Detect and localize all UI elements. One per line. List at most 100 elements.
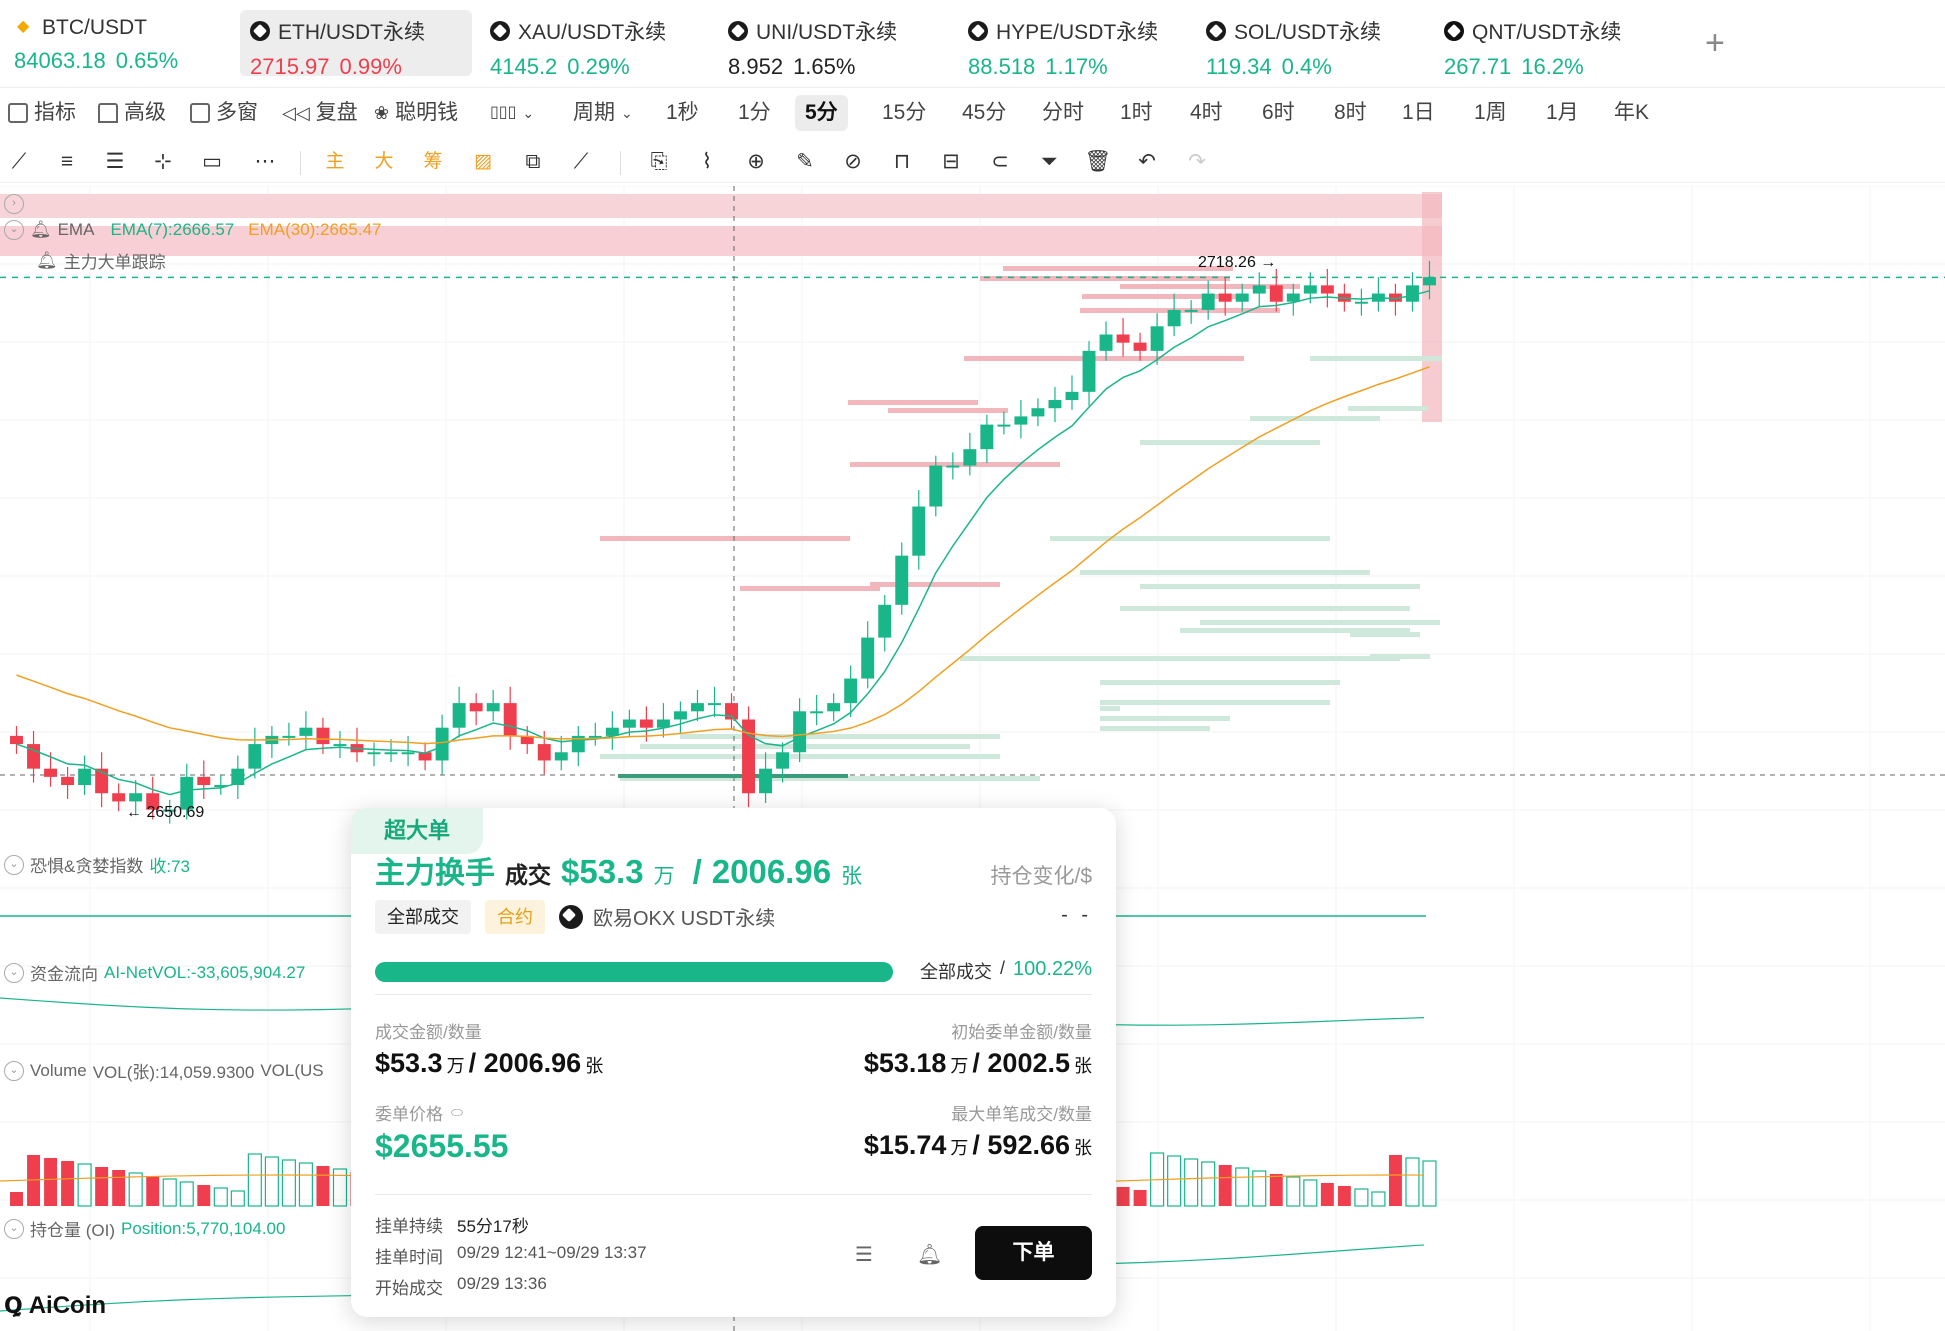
ticker-tab[interactable]: UNI/USDT永续 8.952 1.65% [718, 10, 943, 79]
more-tools-icon[interactable]: ⋯ [250, 147, 280, 177]
period-option[interactable]: 8时 [1334, 95, 1367, 131]
big-order-toggle[interactable]: 大 [369, 147, 399, 177]
advanced-button[interactable]: 高级 [98, 95, 166, 131]
magnet-icon[interactable]: ⊂ [985, 147, 1015, 177]
period-option[interactable]: 1时 [1120, 95, 1153, 131]
period-select[interactable]: 周期 ⌄ [573, 95, 633, 131]
candle-body [1167, 309, 1181, 327]
heatmap-icon[interactable]: ▨ [468, 147, 498, 177]
candle-body [503, 703, 517, 736]
big-order-card: 超大单 主力换手 成交 $53.3 万 / 2006.96 张 持仓变化/$ 全… [351, 808, 1116, 1317]
period-option[interactable]: 年K [1614, 95, 1649, 131]
ema30-line [16, 366, 1430, 745]
ticker-tab[interactable]: HYPE/USDT永续 88.518 1.17% [958, 10, 1183, 79]
template-icon[interactable]: ⊟ [936, 147, 966, 177]
fib-lines-icon[interactable]: ☰ [100, 147, 130, 177]
initial-order-qty-unit: 张 [1074, 1056, 1092, 1076]
max-fill-label: 最大单笔成交/数量 [951, 1105, 1092, 1124]
period-option[interactable]: 4时 [1190, 95, 1223, 131]
fund-flow-label[interactable]: ⌄ 资金流向 AI-NetVOL:-33,605,904.27 [4, 960, 305, 985]
oi-label[interactable]: ⌄ 持仓量 (OI) Position:5,770,104.00 [4, 1216, 285, 1241]
ticker-tab[interactable]: BTC/USDT 84063.18 0.65% [4, 10, 229, 76]
multiwindow-button[interactable]: 多窗 [190, 95, 258, 131]
trash-icon[interactable]: 🗑 [1083, 147, 1113, 177]
lock-icon[interactable]: ⊓ [887, 147, 917, 177]
card-title: 主力换手 [375, 857, 495, 890]
ticker-tab[interactable]: ETH/USDT永续 2715.97 0.99% [240, 10, 472, 79]
rectangle-icon[interactable]: ▭ [197, 147, 227, 177]
candle-body [861, 637, 875, 679]
hide-drawings-icon[interactable]: ⊘ [838, 147, 868, 177]
whale-track-label[interactable]: 🔔︎ 主力大单跟踪 [36, 248, 166, 273]
ema-indicator-label[interactable]: ⌄ 🔔︎ EMA EMA(7):2666.57 EMA(30):2665.47 [4, 220, 381, 240]
order-price-label: 委单价格 [375, 1105, 443, 1124]
ticker-tab[interactable]: SOL/USDT永续 119.34 0.4% [1196, 10, 1421, 79]
ema-name: EMA [57, 220, 95, 239]
main-force-toggle[interactable]: 主 [320, 147, 350, 177]
collapse-all-toggle[interactable]: › [4, 194, 24, 214]
period-option[interactable]: 1秒 [666, 95, 699, 131]
deal-label: 成交 [505, 862, 551, 888]
candle-body [61, 776, 75, 786]
bell-icon[interactable]: 🔔︎ [917, 1242, 942, 1267]
depth-bar-buy [960, 656, 1400, 661]
volume-bar [44, 1158, 58, 1206]
trend-line-icon[interactable]: ⟋ [4, 147, 34, 177]
indicator-button[interactable]: 指标 [8, 95, 76, 131]
period-option[interactable]: 分时 [1042, 95, 1084, 131]
initial-order-unit: 万 [950, 1056, 969, 1076]
replay-label: 复盘 [315, 101, 358, 124]
compare-icon[interactable]: ⧉ [518, 147, 548, 177]
undo-icon[interactable]: ↶ [1132, 147, 1162, 177]
period-option[interactable]: 1周 [1474, 95, 1507, 131]
oi-change-label[interactable]: 持仓变化/$ [990, 860, 1092, 890]
highlighter-icon[interactable]: ✎ [790, 147, 820, 177]
ruler-icon[interactable]: ⌇ [692, 147, 722, 177]
filter-icon[interactable]: ⏷ [1034, 147, 1064, 177]
candle-type-icon: ▯▯▯ [490, 104, 517, 121]
period-option[interactable]: 1日 [1402, 95, 1435, 131]
list-icon[interactable]: ☰ [855, 1242, 873, 1267]
depth-bar-buy [1140, 584, 1420, 589]
period-option[interactable]: 5分 [795, 95, 848, 131]
chart-type-select[interactable]: ▯▯▯ ⌄ [490, 95, 534, 131]
depth-bar-buy [1100, 716, 1230, 721]
chip-toggle[interactable]: 筹 [418, 147, 448, 177]
volume-label[interactable]: ⌄ Volume VOL(张):14,059.9300 VOL(US [4, 1058, 324, 1083]
smartmoney-button[interactable]: ❀ 聪明钱 [374, 95, 458, 131]
depth-bar-buy [1100, 680, 1340, 685]
start-fill-label: 开始成交 [375, 1279, 443, 1298]
collapse-icon: ⌄ [4, 962, 24, 983]
paint-icon[interactable]: ⟋ [566, 147, 596, 177]
redo-icon[interactable]: ↷ [1182, 147, 1212, 177]
note-icon[interactable]: ⎘ [644, 147, 674, 177]
add-tab-button[interactable]: + [1705, 24, 1725, 63]
period-option[interactable]: 45分 [962, 95, 1006, 131]
period-option[interactable]: 6时 [1262, 95, 1295, 131]
deal-amount-label: 成交金额/数量 [375, 1023, 482, 1042]
candle-body [1065, 391, 1079, 401]
zoom-in-icon[interactable]: ⊕ [741, 147, 771, 177]
ticker-tab[interactable]: QNT/USDT永续 267.71 16.2% [1434, 10, 1659, 79]
ticker-change: 0.29% [567, 54, 630, 79]
bell-icon: 🔔︎ [30, 220, 52, 239]
replay-button[interactable]: ◁◁ 复盘 [282, 95, 358, 131]
ticker-tab[interactable]: XAU/USDT永续 4145.2 0.29% [480, 10, 705, 79]
volume-bar [316, 1166, 330, 1206]
duration-row: 挂单持续 55分17秒 [375, 1212, 529, 1237]
card-divider [375, 994, 1092, 995]
candle-body [776, 752, 790, 769]
ticker-price: 88.518 [968, 54, 1036, 79]
candle-body [639, 719, 653, 728]
period-option[interactable]: 15分 [882, 95, 926, 131]
parallel-lines-icon[interactable]: ≡ [52, 147, 82, 177]
candle-body [708, 703, 721, 706]
place-order-button[interactable]: 下单 [975, 1226, 1092, 1280]
candle-body [384, 752, 398, 755]
period-option[interactable]: 1月 [1546, 95, 1579, 131]
horizontal-line-icon[interactable]: ⊹ [148, 147, 178, 177]
fear-greed-label[interactable]: ⌄ 恐惧&贪婪指数 收:73 [4, 852, 190, 877]
oi-change-value: - - [1061, 904, 1092, 926]
period-option[interactable]: 1分 [738, 95, 771, 131]
order-time-row: 挂单时间 09/29 12:41~09/29 13:37 [375, 1243, 647, 1268]
